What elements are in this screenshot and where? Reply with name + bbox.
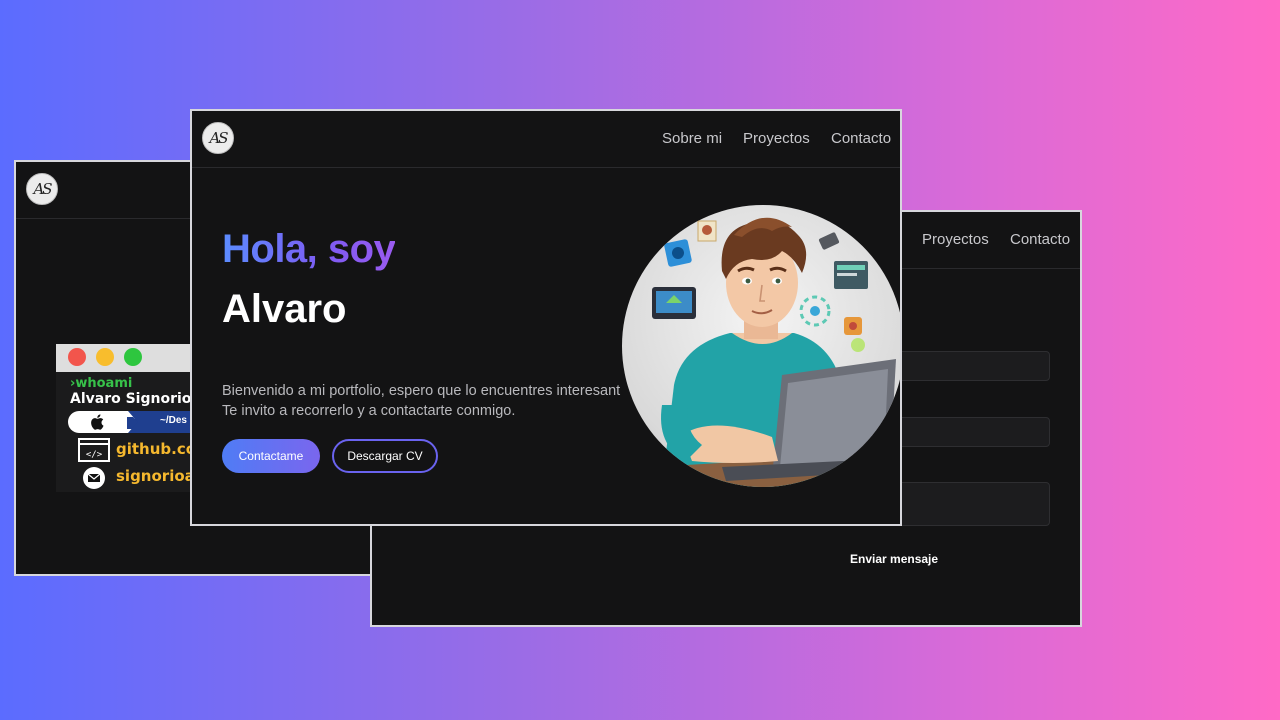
hero-greeting: Hola, soy	[222, 227, 396, 271]
hero-intro-line-2: Te invito a recorrerlo y a contactarte c…	[222, 403, 516, 419]
nav-link-sobre-mi[interactable]: Sobre mi	[662, 130, 722, 147]
nav-link-proyectos[interactable]: Proyectos	[922, 231, 989, 248]
close-dot-icon	[68, 348, 86, 366]
mail-icon	[83, 467, 105, 489]
apple-icon	[91, 414, 104, 430]
hero-intro-line-1: Bienvenido a mi portfolio, espero que lo…	[222, 383, 621, 399]
terminal-command: ›whoami	[70, 376, 133, 391]
svg-text:</>: </>	[86, 450, 103, 460]
github-link[interactable]: github.co	[116, 440, 196, 458]
terminal-card: ›whoami Alvaro Signorio ~/Des </> github…	[56, 344, 196, 492]
site-logo[interactable]: AS	[26, 173, 58, 205]
site-logo[interactable]: AS	[202, 122, 234, 154]
minimize-dot-icon	[96, 348, 114, 366]
nav-link-proyectos[interactable]: Proyectos	[743, 130, 810, 147]
nav-link-contacto[interactable]: Contacto	[831, 130, 891, 147]
maximize-dot-icon	[124, 348, 142, 366]
terminal-name: Alvaro Signorio	[70, 391, 192, 407]
portfolio-window-home: AS Sobre mi Proyectos Contacto Hola, soy…	[190, 109, 902, 526]
email-link[interactable]: signorioa	[116, 467, 195, 485]
send-message-button[interactable]: Enviar mensaje	[850, 552, 938, 566]
navbar: AS Sobre mi Proyectos Contacto	[192, 111, 900, 168]
avatar-illustration	[622, 205, 900, 487]
contact-button[interactable]: Contactame	[222, 439, 320, 473]
download-cv-button[interactable]: Descargar CV	[332, 439, 438, 473]
developer-illustration	[642, 217, 900, 487]
code-window-icon: </>	[78, 438, 110, 462]
terminal-path: ~/Des	[160, 415, 187, 426]
terminal-titlebar	[56, 344, 196, 372]
hero-name: Alvaro	[222, 287, 347, 331]
nav-link-contacto[interactable]: Contacto	[1010, 231, 1070, 248]
